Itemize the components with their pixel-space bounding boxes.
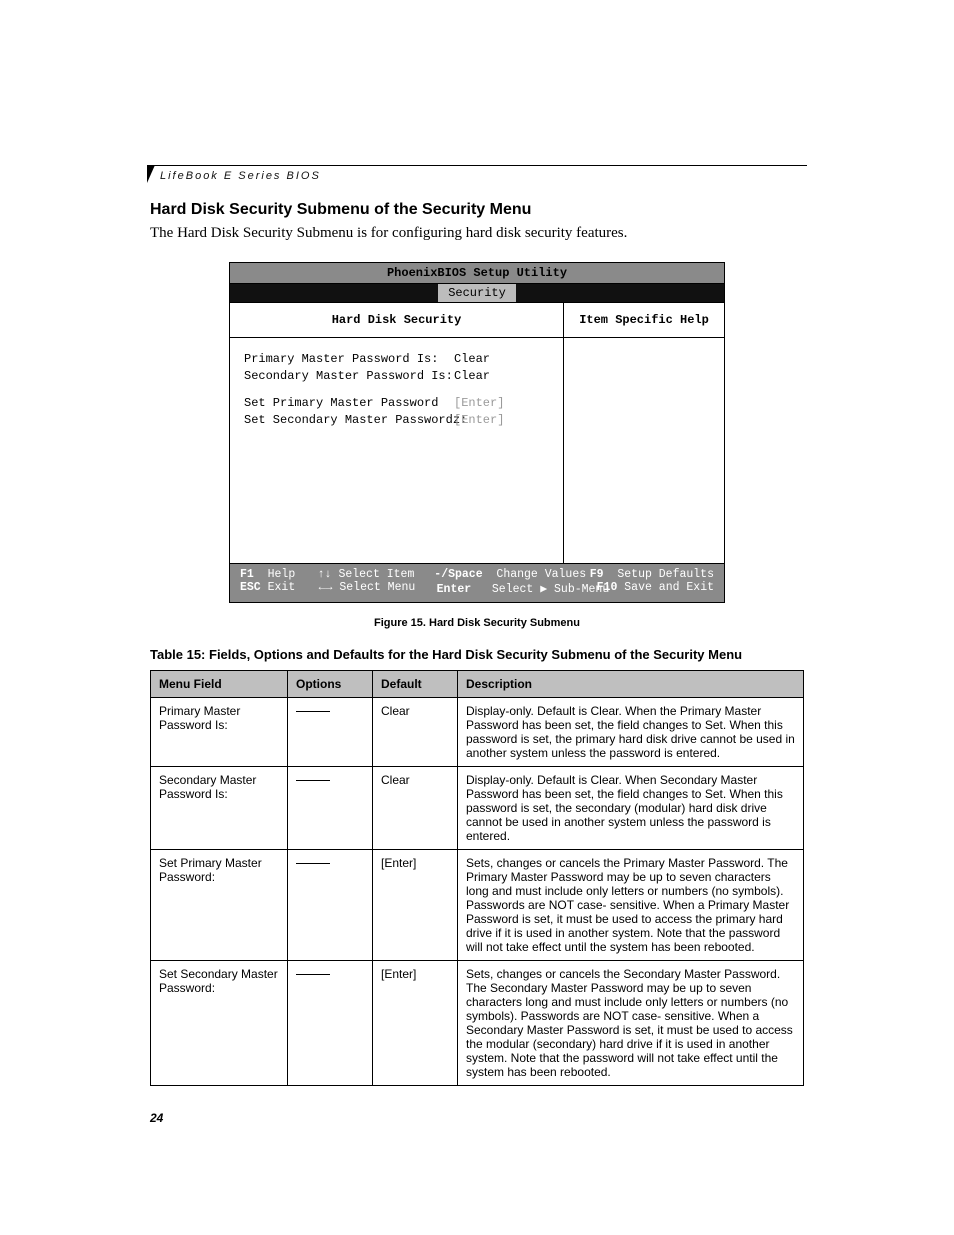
label-exit: Exit bbox=[268, 581, 296, 594]
section-title: Hard Disk Security Submenu of the Securi… bbox=[150, 201, 804, 219]
bios-utility-title: PhoenixBIOS Setup Utility bbox=[230, 263, 724, 284]
label-help: Help bbox=[268, 568, 296, 581]
bios-row-label: Primary Master Password Is: bbox=[244, 352, 454, 366]
footer-cell: ↑↓ Select Item bbox=[318, 568, 435, 581]
bios-rows: Primary Master Password Is: Clear Second… bbox=[230, 338, 563, 438]
bios-row: Set Primary Master Password [Enter] bbox=[244, 396, 549, 410]
bios-panel-title: Hard Disk Security bbox=[230, 303, 563, 338]
bios-help-title: Item Specific Help bbox=[564, 303, 724, 338]
bios-row-label: Set Secondary Master Passwordz: bbox=[244, 413, 454, 427]
bios-footer-row: ESC Exit ←→ Select Menu Enter Select ▶ S… bbox=[240, 581, 714, 596]
cell-default: [Enter] bbox=[373, 961, 458, 1086]
bios-row: Primary Master Password Is: Clear bbox=[244, 352, 549, 366]
figure-caption: Figure 15. Hard Disk Security Submenu bbox=[150, 617, 804, 629]
running-head: LifeBook E Series BIOS bbox=[160, 170, 321, 182]
content: Hard Disk Security Submenu of the Securi… bbox=[150, 201, 804, 1086]
table-row: Primary Master Password Is: Clear Displa… bbox=[151, 698, 804, 767]
cell-description: Display-only. Default is Clear. When the… bbox=[458, 698, 804, 767]
label-save-exit: Save and Exit bbox=[624, 581, 714, 594]
footer-cell: Enter Select ▶ Sub-Menu bbox=[437, 581, 597, 596]
label-select-item: Select Item bbox=[338, 568, 414, 581]
cell-description: Sets, changes or cancels the Secondary M… bbox=[458, 961, 804, 1086]
cell-options bbox=[288, 698, 373, 767]
cell-description: Display-only. Default is Clear. When Sec… bbox=[458, 767, 804, 850]
updown-arrow-icon: ↑↓ bbox=[318, 568, 332, 581]
dash-icon bbox=[296, 974, 330, 975]
cell-default: [Enter] bbox=[373, 850, 458, 961]
th-options: Options bbox=[288, 671, 373, 698]
cell-menu-field: Set Secondary Master Password: bbox=[151, 961, 288, 1086]
bios-row-value: Clear bbox=[454, 369, 549, 383]
intro-text: The Hard Disk Security Submenu is for co… bbox=[150, 225, 804, 242]
key-enter: Enter bbox=[437, 583, 472, 596]
label-select-menu: Select Menu bbox=[339, 581, 415, 594]
leftright-arrow-icon: ←→ bbox=[319, 581, 333, 594]
cell-menu-field: Secondary Master Password Is: bbox=[151, 767, 288, 850]
footer-cell: ESC Exit bbox=[240, 581, 319, 596]
th-default: Default bbox=[373, 671, 458, 698]
cell-options bbox=[288, 961, 373, 1086]
header-flag-icon bbox=[147, 165, 155, 183]
dash-icon bbox=[296, 863, 330, 864]
footer-cell: ←→ Select Menu bbox=[319, 581, 437, 596]
footer-cell: -/Space Change Values bbox=[434, 568, 589, 581]
page-number: 24 bbox=[150, 1111, 163, 1125]
key-f1: F1 bbox=[240, 568, 254, 581]
th-menu-field: Menu Field bbox=[151, 671, 288, 698]
table-row: Set Secondary Master Password: [Enter] S… bbox=[151, 961, 804, 1086]
key-f10: F10 bbox=[597, 581, 618, 594]
bios-row-label: Set Primary Master Password bbox=[244, 396, 454, 410]
cell-menu-field: Primary Master Password Is: bbox=[151, 698, 288, 767]
footer-cell: F1 Help bbox=[240, 568, 318, 581]
cell-options bbox=[288, 767, 373, 850]
key-esc: ESC bbox=[240, 581, 261, 594]
spec-table-body: Primary Master Password Is: Clear Displa… bbox=[151, 698, 804, 1086]
bios-help-panel: Item Specific Help bbox=[564, 303, 724, 563]
bios-row-value: Clear bbox=[454, 352, 549, 366]
bios-main-panel: Hard Disk Security Primary Master Passwo… bbox=[230, 303, 564, 563]
bios-footer: F1 Help ↑↓ Select Item -/Space Change Va… bbox=[230, 564, 724, 602]
bios-body: Hard Disk Security Primary Master Passwo… bbox=[230, 303, 724, 564]
bios-tab-security: Security bbox=[438, 284, 516, 302]
label-setup-defaults: Setup Defaults bbox=[617, 568, 714, 581]
dash-icon bbox=[296, 711, 330, 712]
cell-menu-field: Set Primary Master Password: bbox=[151, 850, 288, 961]
bios-row-value: [Enter] bbox=[454, 396, 549, 410]
table-caption: Table 15: Fields, Options and Defaults f… bbox=[150, 647, 804, 662]
header-rule bbox=[147, 165, 807, 166]
th-description: Description bbox=[458, 671, 804, 698]
table-row: Secondary Master Password Is: Clear Disp… bbox=[151, 767, 804, 850]
footer-cell: F9 Setup Defaults bbox=[590, 568, 714, 581]
bios-tab-bar: Security bbox=[230, 284, 724, 303]
key-f9: F9 bbox=[590, 568, 604, 581]
bios-row-gap bbox=[244, 386, 549, 396]
bios-row: Secondary Master Password Is: Clear bbox=[244, 369, 549, 383]
bios-row-value: [Enter] bbox=[454, 413, 549, 427]
dash-icon bbox=[296, 780, 330, 781]
bios-footer-row: F1 Help ↑↓ Select Item -/Space Change Va… bbox=[240, 568, 714, 581]
cell-description: Sets, changes or cancels the Primary Mas… bbox=[458, 850, 804, 961]
label-change-values: Change Values bbox=[496, 568, 586, 581]
table-row: Set Primary Master Password: [Enter] Set… bbox=[151, 850, 804, 961]
cell-default: Clear bbox=[373, 767, 458, 850]
label-select-submenu: Select ▶ Sub-Menu bbox=[492, 583, 609, 596]
key-minus-space: -/Space bbox=[434, 568, 482, 581]
spec-table-head: Menu Field Options Default Description bbox=[151, 671, 804, 698]
bios-panel: PhoenixBIOS Setup Utility Security Hard … bbox=[229, 262, 725, 603]
bios-row-label: Secondary Master Password Is: bbox=[244, 369, 454, 383]
cell-default: Clear bbox=[373, 698, 458, 767]
bios-row: Set Secondary Master Passwordz: [Enter] bbox=[244, 413, 549, 427]
spec-table: Menu Field Options Default Description P… bbox=[150, 670, 804, 1086]
cell-options bbox=[288, 850, 373, 961]
page: LifeBook E Series BIOS Hard Disk Securit… bbox=[0, 0, 954, 1235]
footer-cell: F10 Save and Exit bbox=[597, 581, 714, 596]
